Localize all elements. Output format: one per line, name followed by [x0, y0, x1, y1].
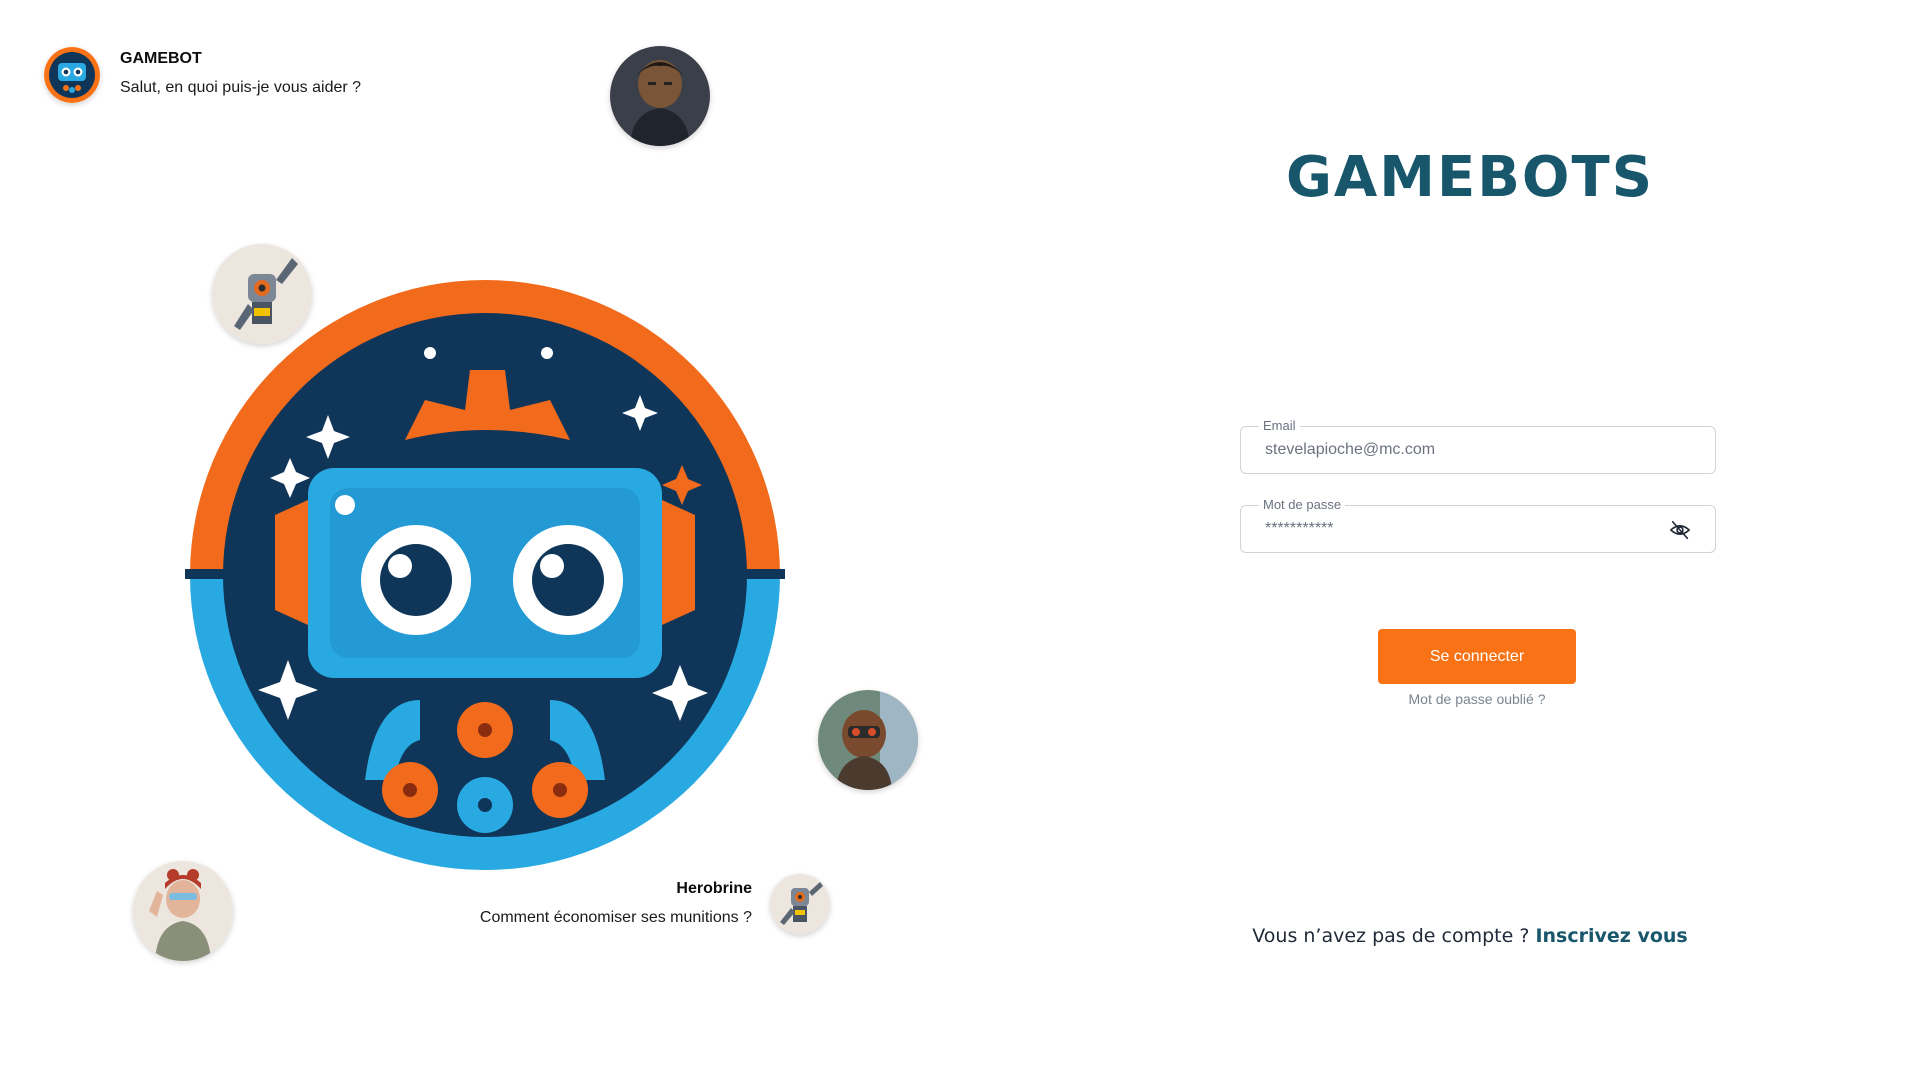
eye-off-icon[interactable]: [1669, 519, 1691, 541]
email-label: Email: [1259, 418, 1300, 433]
chat-bubble-user: Herobrine Comment économiser ses munitio…: [420, 868, 830, 938]
signup-prompt: Vous n’avez pas de compte ?: [1252, 925, 1530, 947]
email-field[interactable]: Email: [1240, 418, 1716, 474]
forgot-password-link[interactable]: Mot de passe oublié ?: [1378, 691, 1576, 707]
gamebot-avatar-icon: [44, 47, 100, 103]
gamebot-message: Salut, en quoi puis-je vous aider ?: [120, 79, 362, 96]
login-button[interactable]: Se connecter: [1378, 629, 1576, 684]
password-label: Mot de passe: [1259, 497, 1346, 512]
user-message: Comment économiser ses munitions ?: [479, 909, 752, 926]
character-avatar-3: [818, 690, 918, 790]
character-avatar-1: [610, 46, 710, 146]
gamebot-name: GAMEBOT: [120, 50, 202, 67]
chat-bubble-gamebot: GAMEBOT Salut, en quoi puis-je vous aide…: [44, 47, 504, 107]
user-name: Herobrine: [676, 880, 752, 897]
signup-link[interactable]: Inscrivez vous: [1535, 925, 1687, 947]
brand-title: GAMEBOTS: [1285, 145, 1655, 210]
signup-prompt-line: Vous n’avez pas de compte ? Inscrivez vo…: [1240, 925, 1700, 947]
password-field[interactable]: Mot de passe ***********: [1240, 497, 1716, 553]
robot-logo-icon: [180, 270, 790, 880]
email-input[interactable]: [1265, 441, 1645, 459]
character-avatar-4: [133, 861, 233, 961]
user-avatar-icon: [770, 874, 830, 934]
password-input[interactable]: ***********: [1265, 520, 1645, 538]
